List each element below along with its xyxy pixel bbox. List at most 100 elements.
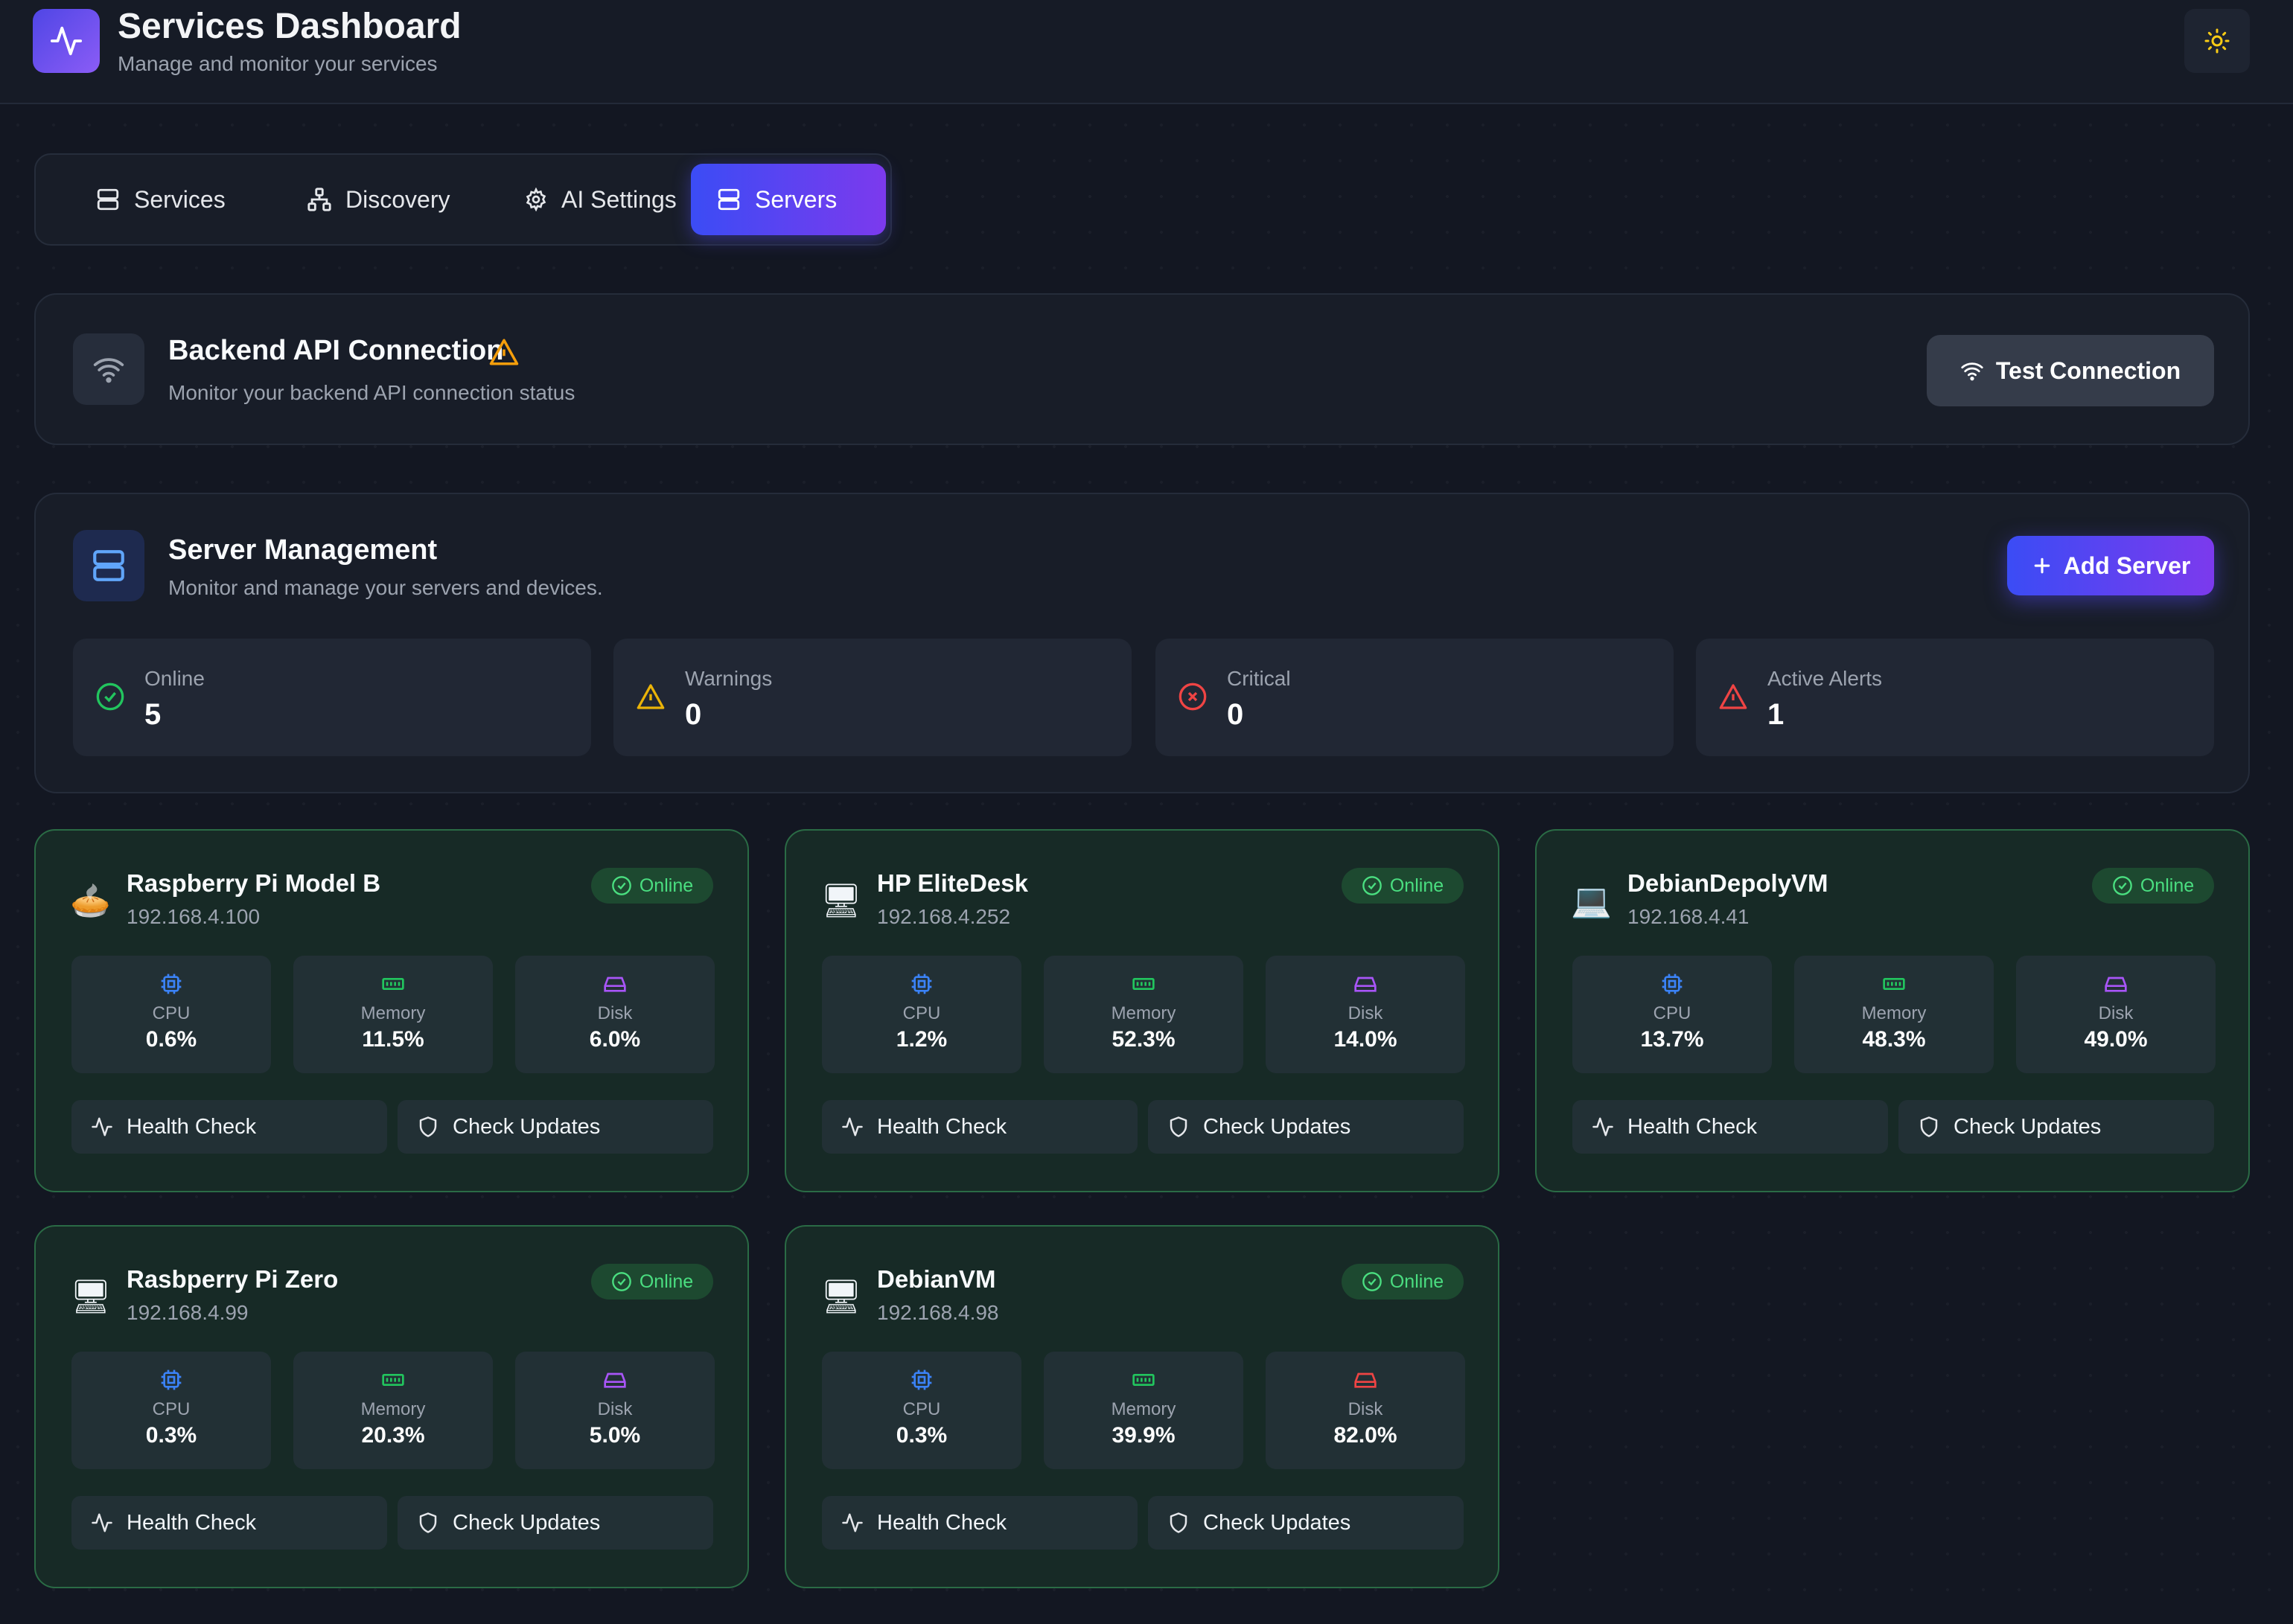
server-ip: 192.168.4.100 xyxy=(127,905,261,928)
server-icon xyxy=(718,188,740,211)
metric-label: Memory xyxy=(1111,1399,1176,1419)
metric-value: 11.5% xyxy=(362,1027,424,1052)
metric-value: 52.3% xyxy=(1112,1027,1176,1052)
desktop-icon: 🖥 xyxy=(820,883,862,919)
metric-disk: Disk 5.0% xyxy=(515,1352,715,1469)
health-check-label: Health Check xyxy=(1627,1114,1758,1139)
metric-label: Disk xyxy=(1348,1003,1383,1023)
stat-value: 5 xyxy=(144,698,162,731)
cpu-icon xyxy=(911,1369,932,1390)
tab-label: Discovery xyxy=(345,185,450,213)
check-updates-button[interactable]: Check Updates xyxy=(1148,1496,1464,1550)
health-check-button[interactable]: Health Check xyxy=(1572,1100,1888,1154)
server-card: 🖥 HP EliteDesk 192.168.4.252 Online CPU … xyxy=(785,829,1499,1192)
health-check-button[interactable]: Health Check xyxy=(71,1100,387,1154)
metric-cpu: CPU 0.3% xyxy=(822,1352,1021,1469)
metric-disk: Disk 14.0% xyxy=(1266,956,1465,1073)
sun-icon xyxy=(2204,28,2230,54)
cpu-icon xyxy=(911,974,932,994)
shield-icon xyxy=(1920,1116,1938,1137)
server-card: 🥧 Raspberry Pi Model B 192.168.4.100 Onl… xyxy=(34,829,749,1192)
check-circle-icon xyxy=(2113,876,2132,895)
stat-label: Critical xyxy=(1227,667,1291,690)
x-circle-icon xyxy=(1179,682,1207,711)
tab-ai-settings[interactable]: AI Settings xyxy=(499,164,702,235)
metric-label: CPU xyxy=(902,1003,941,1023)
memory-icon xyxy=(1132,1374,1155,1386)
stat-value: 0 xyxy=(1227,698,1244,731)
check-circle-icon xyxy=(1362,876,1382,895)
activity-icon xyxy=(842,1117,863,1137)
activity-icon xyxy=(92,1513,112,1532)
server-name: Rasbperry Pi Zero xyxy=(127,1265,339,1293)
health-check-label: Health Check xyxy=(877,1114,1007,1139)
test-connection-button[interactable]: Test Connection xyxy=(1927,335,2214,406)
app-header: Services Dashboard Manage and monitor yo… xyxy=(0,0,2293,104)
server-card: 🖥 DebianVM 192.168.4.98 Online CPU 0.3% … xyxy=(785,1225,1499,1588)
main-tabs: Services Discovery AI Settings Servers xyxy=(34,153,892,246)
health-check-button[interactable]: Health Check xyxy=(822,1496,1138,1550)
tab-label: AI Settings xyxy=(561,185,677,213)
shield-icon xyxy=(1170,1512,1187,1533)
check-updates-label: Check Updates xyxy=(453,1510,601,1535)
metric-label: CPU xyxy=(1653,1003,1691,1023)
metric-memory: Memory 48.3% xyxy=(1794,956,1994,1073)
check-circle-icon xyxy=(1362,1272,1382,1291)
metric-label: CPU xyxy=(902,1399,941,1419)
server-management-panel: Server Management Monitor and manage you… xyxy=(34,493,2250,793)
server-ip: 192.168.4.98 xyxy=(877,1301,999,1324)
api-subtitle: Monitor your backend API connection stat… xyxy=(168,381,575,404)
activity-icon xyxy=(92,1117,112,1137)
server-name: HP EliteDesk xyxy=(877,869,1028,897)
tab-servers[interactable]: Servers xyxy=(691,164,886,235)
gear-icon xyxy=(526,188,546,211)
server-name: Raspberry Pi Model B xyxy=(127,869,381,897)
wifi-icon xyxy=(1961,362,1983,381)
metric-value: 49.0% xyxy=(2084,1027,2148,1052)
metric-cpu: CPU 0.3% xyxy=(71,1352,271,1469)
activity-icon xyxy=(1592,1117,1613,1137)
disk-icon xyxy=(1354,976,1377,992)
metric-value: 48.3% xyxy=(1862,1027,1926,1052)
activity-icon xyxy=(33,9,100,73)
disk-icon xyxy=(1354,1372,1377,1388)
metric-value: 0.6% xyxy=(145,1027,197,1052)
add-server-button[interactable]: Add Server xyxy=(2007,536,2214,595)
metric-value: 39.9% xyxy=(1112,1423,1176,1448)
pie-icon: 🥧 xyxy=(70,883,111,919)
server-card: 💻 DebianDepolyVM 192.168.4.41 Online CPU… xyxy=(1535,829,2250,1192)
check-updates-button[interactable]: Check Updates xyxy=(1898,1100,2214,1154)
management-title: Server Management xyxy=(168,534,438,566)
metric-memory: Memory 11.5% xyxy=(293,956,493,1073)
plus-icon xyxy=(2034,557,2050,574)
metric-label: Memory xyxy=(1111,1003,1176,1023)
status-badge: Online xyxy=(591,1264,713,1299)
metric-label: CPU xyxy=(152,1003,191,1023)
theme-toggle-button[interactable] xyxy=(2184,9,2250,73)
tab-discovery[interactable]: Discovery xyxy=(281,164,475,235)
check-circle-icon xyxy=(612,876,631,895)
metric-value: 14.0% xyxy=(1333,1027,1397,1052)
status-badge: Online xyxy=(1342,868,1464,904)
health-check-button[interactable]: Health Check xyxy=(822,1100,1138,1154)
check-updates-label: Check Updates xyxy=(453,1114,601,1139)
cpu-icon xyxy=(1662,974,1683,994)
memory-icon xyxy=(382,1374,404,1386)
check-updates-button[interactable]: Check Updates xyxy=(398,1100,713,1154)
server-card: 🖥 Rasbperry Pi Zero 192.168.4.99 Online … xyxy=(34,1225,749,1588)
check-updates-button[interactable]: Check Updates xyxy=(1148,1100,1464,1154)
desktop-icon: 🖥 xyxy=(820,1279,862,1315)
status-badge: Online xyxy=(591,868,713,904)
health-check-button[interactable]: Health Check xyxy=(71,1496,387,1550)
tab-label: Services xyxy=(134,185,226,213)
check-updates-button[interactable]: Check Updates xyxy=(398,1496,713,1550)
add-server-label: Add Server xyxy=(2063,552,2191,579)
api-title: Backend API Connection xyxy=(168,335,504,366)
status-text: Online xyxy=(2140,875,2195,896)
metric-memory: Memory 39.9% xyxy=(1044,1352,1243,1469)
metric-disk: Disk 6.0% xyxy=(515,956,715,1073)
server-ip: 192.168.4.99 xyxy=(127,1301,249,1324)
api-connection-panel: Backend API Connection Monitor your back… xyxy=(34,293,2250,445)
memory-icon xyxy=(1132,978,1155,990)
tab-services[interactable]: Services xyxy=(70,164,251,235)
